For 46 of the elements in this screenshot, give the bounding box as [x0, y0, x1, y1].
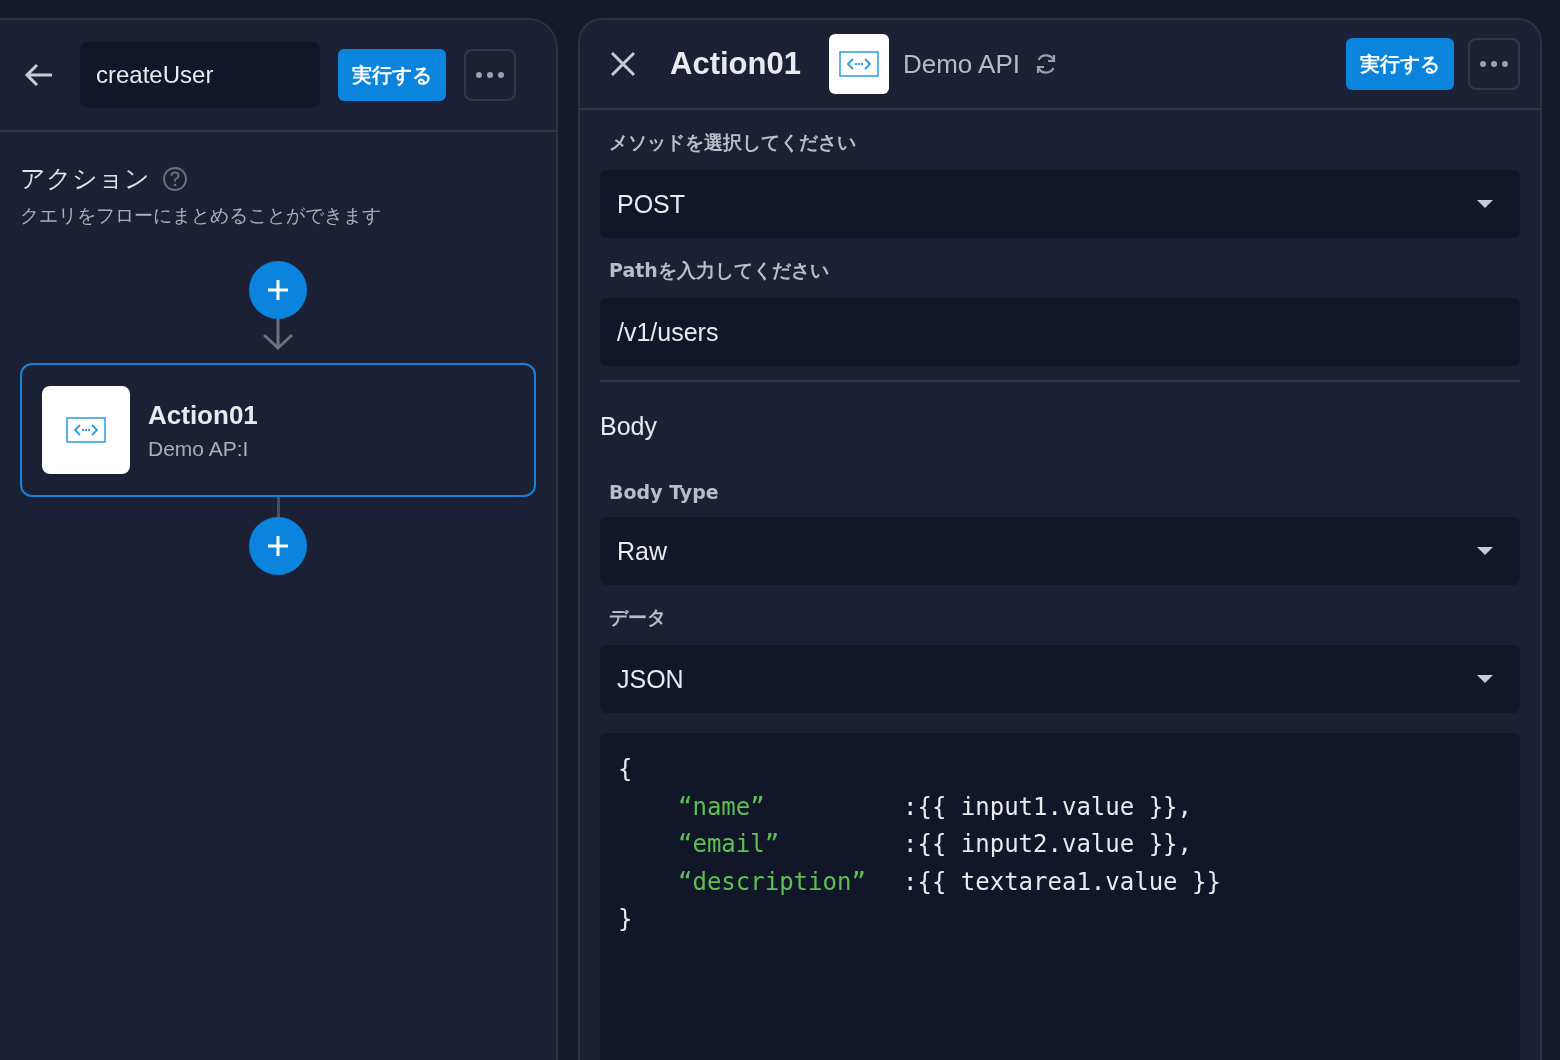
code-key: “email” — [678, 826, 903, 864]
code-value: :{{ input1.value }}, — [903, 792, 1192, 821]
field-label: Pathを入力してください — [608, 258, 830, 283]
more-icon — [475, 71, 505, 79]
select-field[interactable]: POST — [600, 170, 1520, 238]
add-step-button[interactable] — [249, 517, 307, 575]
section-subtitle: クエリをフローにまとめることができます — [20, 203, 382, 228]
action-title: Action01 — [670, 46, 801, 82]
api-icon — [838, 51, 879, 77]
select-field[interactable]: JSON — [600, 645, 1520, 713]
flow-name-field[interactable]: createUser — [80, 42, 320, 108]
run-button[interactable]: 実行する — [338, 49, 446, 101]
dropdown-caret-icon — [1476, 546, 1494, 556]
field-label: データ — [608, 605, 667, 630]
code-value: :{{ input2.value }}, — [903, 830, 1192, 858]
section-title: アクション — [20, 163, 150, 195]
select-field[interactable]: Raw — [600, 517, 1520, 585]
code-brace: } — [618, 905, 633, 933]
dropdown-caret-icon — [1476, 674, 1494, 684]
run-button[interactable]: 実行する — [1346, 38, 1454, 90]
plus-icon — [267, 535, 289, 557]
input-field[interactable]: /v1/users — [600, 298, 1520, 366]
help-icon[interactable] — [162, 165, 188, 192]
code-key: “name” — [678, 788, 903, 826]
more-button[interactable] — [464, 49, 516, 101]
code-editor[interactable]: { “name” :{{ input1.value }}, “email” :{{ input2.value }}, “description” :{{ textarea1.value }} } — [600, 733, 1520, 1060]
code-brace: { — [618, 755, 633, 783]
resource-name: Demo API — [902, 48, 1020, 80]
dropdown-caret-icon — [1476, 199, 1494, 209]
api-icon — [66, 417, 106, 443]
body-heading: Body — [600, 412, 658, 441]
node-title: Action01 — [148, 399, 258, 431]
more-button[interactable] — [1468, 38, 1520, 90]
back-arrow-icon[interactable] — [24, 63, 54, 87]
down-arrow-icon — [260, 319, 296, 351]
action-node[interactable]: Action01 Demo AP:I — [20, 363, 536, 497]
add-step-button[interactable] — [249, 261, 307, 319]
code-value: :{{ textarea1.value }} — [903, 867, 1221, 896]
close-icon[interactable] — [610, 51, 636, 77]
code-key: “description” — [678, 863, 903, 901]
node-subtitle: Demo AP:I — [148, 436, 250, 461]
field-label: Body Type — [608, 481, 720, 503]
more-icon — [1479, 60, 1509, 68]
plus-icon — [267, 279, 289, 301]
field-label: メソッドを選択してください — [608, 130, 857, 155]
refresh-icon[interactable] — [1034, 52, 1058, 76]
